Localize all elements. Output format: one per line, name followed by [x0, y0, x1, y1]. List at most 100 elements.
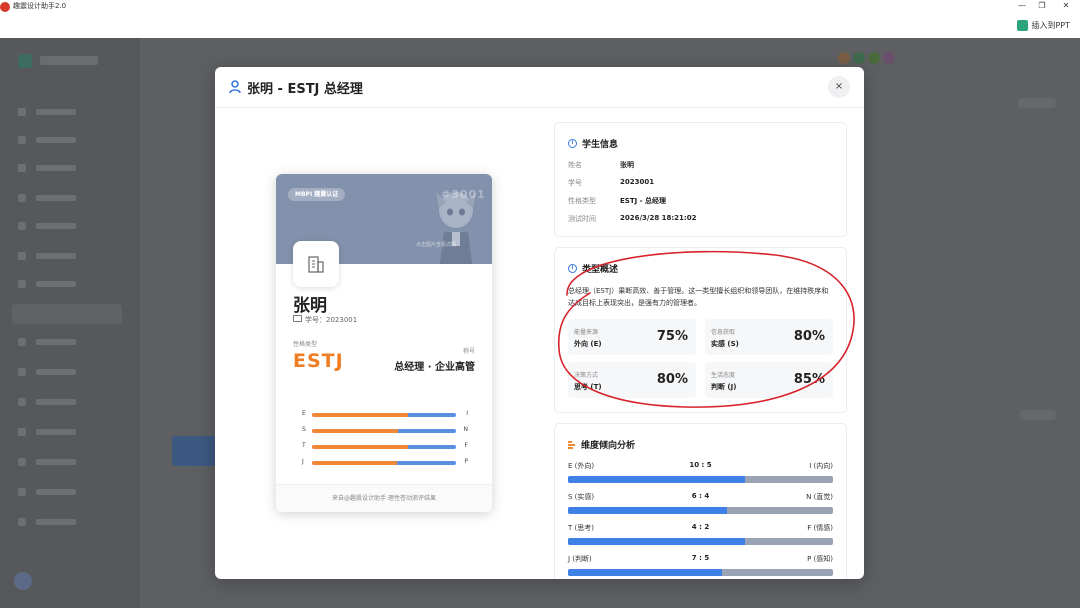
analysis-left-label: J (判断) — [568, 555, 592, 563]
analysis-bar — [568, 476, 833, 483]
analysis-bar — [568, 569, 833, 576]
dimension-analysis-title-text: 维度倾向分析 — [581, 441, 636, 451]
insert-ppt-button[interactable]: 插入到PPT — [1017, 18, 1070, 32]
dimension-analysis-panel: 维度倾向分析 10 : 5 E (外向) I (内向) 6 : 4 S (实感)… — [554, 423, 847, 579]
student-info-title: i 学生信息 — [568, 137, 618, 150]
backdrop-primary-button — [172, 436, 216, 466]
sidebar-item[interactable] — [18, 428, 108, 436]
sidebar-item[interactable] — [18, 488, 108, 496]
analysis-left-label: S (实感) — [568, 493, 595, 501]
dimension-left-letter: S — [302, 426, 306, 433]
dimension-right-letter: P — [464, 458, 468, 465]
analysis-bar — [568, 507, 833, 514]
analysis-ratio: 10 : 5 — [689, 461, 712, 469]
sidebar-item[interactable] — [18, 280, 108, 288]
sidebar-item[interactable] — [18, 368, 108, 376]
analysis-bars-icon — [568, 441, 576, 449]
stat-value: 外向 (E) — [574, 340, 602, 348]
stat-box-energy: 能量来源 外向 (E) 75% — [568, 319, 696, 355]
dimension-left-letter: J — [302, 458, 304, 465]
sidebar — [0, 38, 140, 608]
analysis-row: 6 : 4 S (实感) N (直觉) — [568, 492, 833, 518]
card-dimension-row: J P — [302, 458, 468, 466]
type-code: ESTJ — [293, 350, 344, 372]
student-detail-modal: 张明 - ESTJ 总经理 × MBPI 趣震认证 #3001 点击图片查看详情 — [215, 67, 864, 579]
restore-button[interactable]: ❐ — [1034, 0, 1050, 12]
stat-percent: 75% — [656, 329, 688, 344]
card-dimension-row: T F — [302, 442, 468, 450]
sidebar-item[interactable] — [18, 518, 108, 526]
analysis-bar-fill — [568, 538, 745, 545]
sidebar-item[interactable] — [18, 398, 108, 406]
sidebar-item[interactable] — [18, 108, 108, 116]
avatar[interactable] — [14, 572, 32, 590]
ppt-icon — [1017, 19, 1029, 31]
type-icon-box — [293, 241, 339, 287]
modal-header: 张明 - ESTJ 总经理 × — [215, 67, 864, 108]
info-value: 2023001 — [620, 178, 655, 186]
type-label: 性格类型 — [293, 341, 318, 348]
title-bar: 趣震设计助手2.0 — ❐ ✕ 插入到PPT — [0, 0, 1080, 39]
stat-box-info: 信息获取 实感 (S) 80% — [705, 319, 833, 355]
student-info-panel: i 学生信息 姓名 张明 学号 2023001 性格类型 ESTJ - 总经理 … — [554, 122, 847, 237]
dimension-bar — [312, 413, 456, 417]
building-icon — [308, 256, 324, 273]
sidebar-item[interactable] — [18, 136, 108, 144]
type-overview-text: 总经理（ESTJ）果断高效、善于管理。这一类型擅长组织和领导团队，在维持秩序和达… — [568, 287, 829, 307]
type-overview-title: i 类型概述 — [568, 262, 618, 275]
analysis-row: 7 : 5 J (判断) P (感知) — [568, 554, 833, 579]
card-number: #3001 — [441, 188, 486, 201]
dimension-bar — [312, 461, 456, 465]
sidebar-item[interactable] — [18, 164, 108, 172]
analysis-bar-fill — [568, 507, 727, 514]
analysis-bar-fill — [568, 569, 723, 576]
close-button[interactable]: × — [828, 76, 850, 98]
dimension-bar — [312, 429, 456, 433]
info-icon: i — [568, 264, 577, 273]
stat-percent: 85% — [793, 372, 825, 387]
close-window-button[interactable]: ✕ — [1058, 0, 1074, 12]
title-label: 称号 — [462, 348, 475, 355]
stat-label: 能量来源 — [574, 329, 599, 336]
analysis-right-label: N (直觉) — [806, 493, 833, 501]
dimension-bar — [312, 445, 456, 449]
minimize-button[interactable]: — — [1014, 0, 1030, 12]
modal-title: 张明 - ESTJ 总经理 — [247, 82, 363, 97]
info-value: 2026/3/28 18:21:02 — [620, 214, 697, 222]
dimension-bar-fill — [312, 461, 397, 465]
card-dimension-row: S N — [302, 426, 468, 434]
sidebar-logo-text — [40, 56, 98, 65]
dimension-left-letter: T — [302, 442, 306, 449]
dimension-right-letter: I — [466, 410, 468, 417]
sidebar-logo-icon — [18, 54, 32, 68]
sidebar-item[interactable] — [18, 338, 108, 346]
sidebar-item[interactable] — [18, 222, 108, 230]
sidebar-item[interactable] — [18, 458, 108, 466]
sidebar-item[interactable] — [18, 252, 108, 260]
sidebar-item[interactable] — [18, 194, 108, 202]
app-logo-icon — [0, 2, 10, 12]
dimension-bar-fill — [312, 445, 409, 449]
analysis-row: 10 : 5 E (外向) I (内向) — [568, 461, 833, 487]
card-student-id-text: 学号：2023001 — [305, 316, 358, 324]
info-key: 测试时间 — [568, 215, 596, 223]
sidebar-item-active[interactable] — [12, 304, 122, 324]
id-card-icon — [293, 315, 302, 322]
stat-value: 实感 (S) — [711, 340, 739, 348]
backdrop-button — [1018, 98, 1056, 108]
card-student-name: 张明 — [293, 296, 327, 316]
dimension-right-letter: F — [464, 442, 468, 449]
dimension-analysis-title: 维度倾向分析 — [568, 438, 635, 451]
dimension-bar-fill — [312, 413, 409, 417]
stat-percent: 80% — [793, 329, 825, 344]
card-hint: 点击图片查看详情 — [416, 242, 457, 248]
dimension-right-letter: N — [463, 426, 469, 433]
card-footer: 来自@趣震设计助手·理性苍动测评结果 — [276, 484, 492, 512]
card-dimension-row: E I — [302, 410, 468, 418]
user-icon — [229, 80, 241, 94]
dimension-left-letter: E — [302, 410, 306, 417]
info-icon: i — [568, 139, 577, 148]
stat-label: 生活态度 — [711, 372, 736, 379]
analysis-right-label: F (情感) — [807, 524, 833, 532]
type-overview-panel: i 类型概述 总经理（ESTJ）果断高效、善于管理。这一类型擅长组织和领导团队，… — [554, 247, 847, 413]
